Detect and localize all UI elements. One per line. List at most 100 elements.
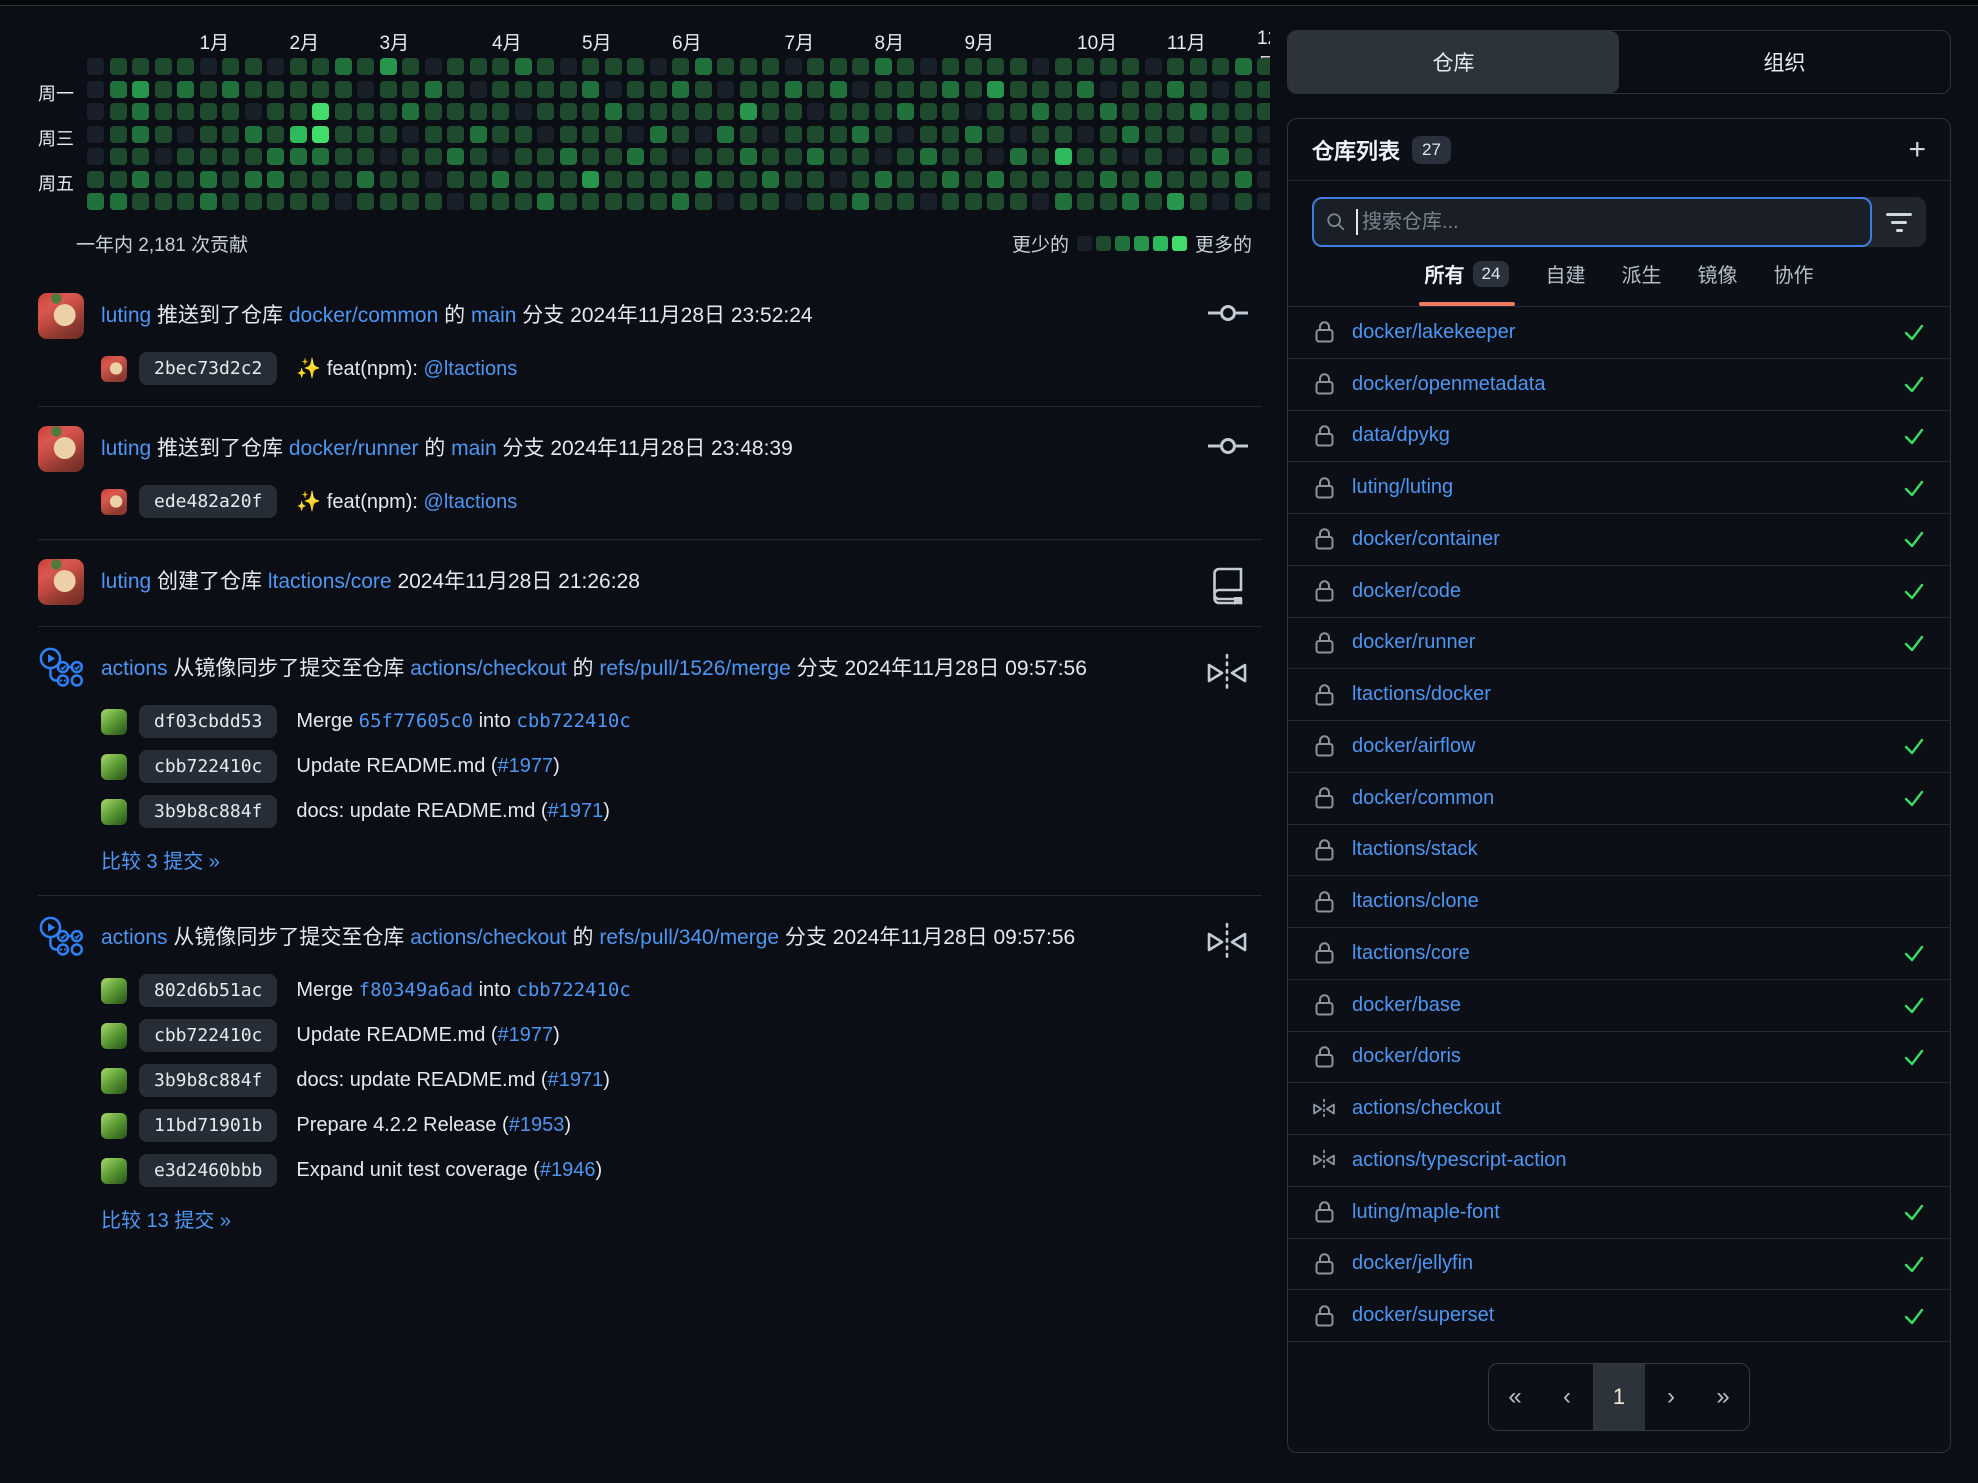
filter-tab[interactable]: 自建 — [1545, 259, 1585, 306]
commit-author-avatar[interactable] — [101, 1068, 127, 1094]
pagination-last-button[interactable]: » — [1697, 1364, 1749, 1430]
repo-link[interactable]: actions/typescript-action — [1352, 1149, 1567, 1172]
commit-author-avatar[interactable] — [101, 1113, 127, 1139]
repo-link[interactable]: ltactions/clone — [1352, 890, 1479, 913]
commit-hash-badge[interactable]: cbb722410c — [139, 750, 277, 783]
repo-link[interactable]: docker/container — [1352, 528, 1500, 551]
add-repo-button[interactable]: + — [1908, 135, 1926, 165]
repo-link[interactable]: actions/checkout — [1352, 1097, 1501, 1120]
search-box[interactable] — [1312, 197, 1872, 247]
feed-link[interactable]: #1971 — [548, 1069, 604, 1091]
repo-link[interactable]: luting/luting — [1352, 476, 1453, 499]
commit-hash-link[interactable]: cbb722410c — [516, 710, 630, 732]
feed-link[interactable]: #1977 — [498, 755, 554, 777]
commit-author-avatar[interactable] — [101, 754, 127, 780]
repo-link[interactable]: docker/lakekeeper — [1352, 321, 1515, 344]
commit-hash-badge[interactable]: 2bec73d2c2 — [139, 352, 277, 385]
heatmap-cell — [1032, 148, 1049, 165]
feed-link[interactable]: #1946 — [540, 1159, 596, 1181]
commit-hash-badge[interactable]: ede482a20f — [139, 485, 277, 518]
repo-visibility-icon-slot — [1312, 1252, 1336, 1276]
feed-link[interactable]: docker/common — [289, 304, 438, 327]
commit-hash-link[interactable]: f80349a6ad — [359, 979, 473, 1001]
commit-hash-link[interactable]: 65f77605c0 — [359, 710, 473, 732]
feed-link[interactable]: actions — [101, 926, 168, 949]
filter-tab[interactable]: 所有24 — [1425, 259, 1510, 306]
feed-link[interactable]: @ltactions — [424, 358, 518, 380]
feed-link[interactable]: main — [451, 437, 497, 460]
luting-avatar[interactable] — [38, 293, 84, 339]
repo-link[interactable]: ltactions/docker — [1352, 683, 1491, 706]
filter-tab[interactable]: 派生 — [1621, 259, 1661, 306]
repo-link[interactable]: ltactions/stack — [1352, 838, 1478, 861]
repo-link[interactable]: docker/doris — [1352, 1045, 1461, 1068]
heatmap-cell — [267, 81, 284, 98]
luting-avatar[interactable] — [38, 559, 84, 605]
commit-hash-badge[interactable]: cbb722410c — [139, 1019, 277, 1052]
repo-link[interactable]: docker/common — [1352, 787, 1494, 810]
feed-link[interactable]: #1971 — [548, 800, 604, 822]
pagination-prev-button[interactable]: ‹ — [1541, 1364, 1593, 1430]
feed-link[interactable]: ltactions/core — [268, 570, 392, 593]
feed-link[interactable]: refs/pull/340/merge — [599, 926, 779, 949]
repo-link[interactable]: docker/code — [1352, 580, 1461, 603]
feed-link[interactable]: actions/checkout — [410, 657, 566, 680]
commit-author-avatar[interactable] — [101, 799, 127, 825]
commit-hash-badge[interactable]: 3b9b8c884f — [139, 1064, 277, 1097]
pagination-next-button[interactable]: › — [1645, 1364, 1697, 1430]
repo-link[interactable]: docker/superset — [1352, 1304, 1494, 1327]
tab-repositories[interactable]: 仓库 — [1288, 31, 1619, 93]
repo-link[interactable]: docker/airflow — [1352, 735, 1475, 758]
heatmap-cell — [1010, 148, 1027, 165]
commit-hash-link[interactable]: cbb722410c — [516, 979, 630, 1001]
heatmap-cell — [87, 81, 104, 98]
commit-author-avatar[interactable] — [101, 356, 127, 382]
heatmap-cell — [447, 58, 464, 75]
compare-commits-link[interactable]: 比较 13 提交 » — [101, 1204, 231, 1233]
repo-visibility-icon-slot — [1312, 1149, 1336, 1171]
commit-author-avatar[interactable] — [101, 978, 127, 1004]
repo-link[interactable]: docker/base — [1352, 994, 1461, 1017]
commit-author-avatar[interactable] — [101, 489, 127, 515]
heatmap-cell — [1055, 81, 1072, 98]
commit-hash-badge[interactable]: e3d2460bbb — [139, 1154, 277, 1187]
feed-link[interactable]: @ltactions — [424, 491, 518, 513]
compare-commits-link[interactable]: 比较 3 提交 » — [101, 845, 220, 874]
feed-link[interactable]: luting — [101, 570, 151, 593]
pagination-current-page[interactable]: 1 — [1593, 1364, 1645, 1430]
commit-hash-badge[interactable]: 802d6b51ac — [139, 974, 277, 1007]
commit-author-avatar[interactable] — [101, 709, 127, 735]
luting-avatar[interactable] — [38, 426, 84, 472]
actions-avatar[interactable] — [38, 646, 84, 692]
feed-link[interactable]: luting — [101, 437, 151, 460]
repo-link[interactable]: docker/openmetadata — [1352, 373, 1545, 396]
commit-author-avatar[interactable] — [101, 1158, 127, 1184]
commit-hash-badge[interactable]: 11bd71901b — [139, 1109, 277, 1142]
feed-link[interactable]: main — [471, 304, 517, 327]
commit-author-avatar[interactable] — [101, 1023, 127, 1049]
check-icon — [1902, 1045, 1926, 1069]
feed-link[interactable]: actions — [101, 657, 168, 680]
repo-link[interactable]: ltactions/core — [1352, 942, 1470, 965]
actions-avatar[interactable] — [38, 915, 84, 961]
pagination-first-button[interactable]: « — [1489, 1364, 1541, 1430]
heatmap-cell — [447, 193, 464, 210]
feed-link[interactable]: actions/checkout — [410, 926, 566, 949]
commit-hash-badge[interactable]: 3b9b8c884f — [139, 795, 277, 828]
search-input[interactable] — [1362, 211, 1858, 234]
filter-button[interactable] — [1872, 197, 1926, 247]
repo-link[interactable]: data/dpykg — [1352, 424, 1450, 447]
filter-tab[interactable]: 协作 — [1773, 259, 1813, 306]
feed-link[interactable]: #1977 — [498, 1024, 554, 1046]
repo-link[interactable]: luting/maple-font — [1352, 1201, 1500, 1224]
feed-link[interactable]: refs/pull/1526/merge — [599, 657, 790, 680]
feed-link[interactable]: luting — [101, 304, 151, 327]
tab-organizations[interactable]: 组织 — [1619, 31, 1950, 93]
heatmap-cell — [1055, 171, 1072, 188]
feed-link[interactable]: docker/runner — [289, 437, 419, 460]
commit-hash-badge[interactable]: df03cbdd53 — [139, 705, 277, 738]
filter-tab[interactable]: 镜像 — [1697, 259, 1737, 306]
repo-link[interactable]: docker/jellyfin — [1352, 1252, 1473, 1275]
feed-link[interactable]: #1953 — [509, 1114, 565, 1136]
repo-link[interactable]: docker/runner — [1352, 631, 1475, 654]
